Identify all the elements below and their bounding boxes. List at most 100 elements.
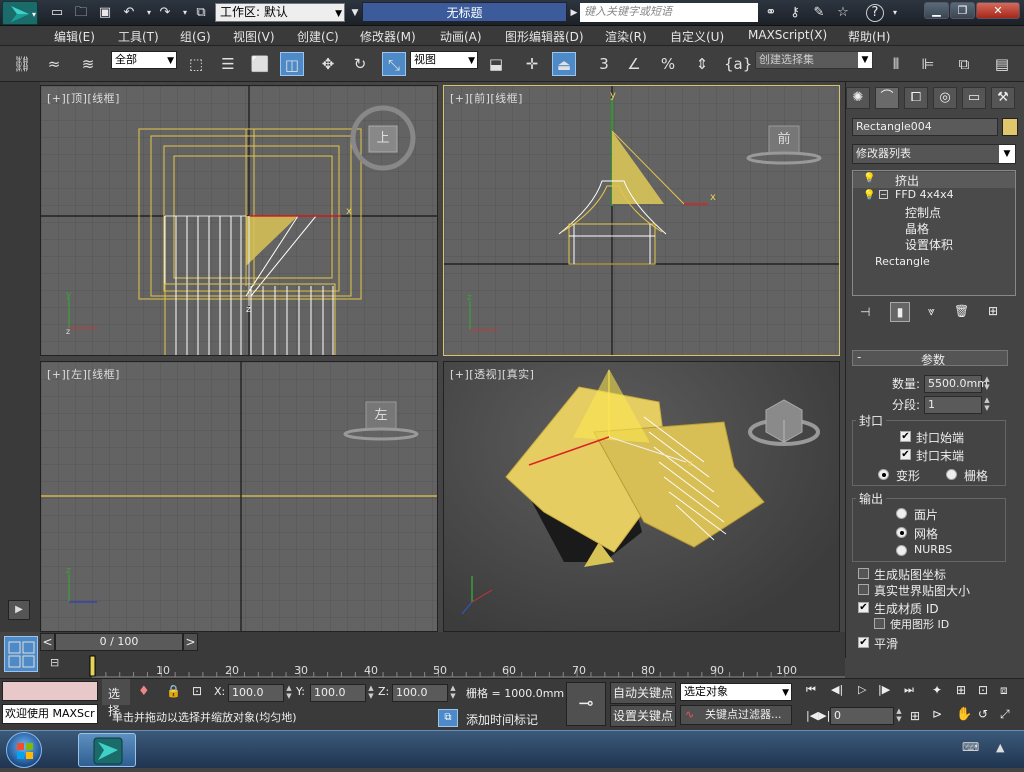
adaptive-degradation-icon[interactable]: ⧉	[438, 709, 458, 727]
rectangle-selection-icon[interactable]: ⬜	[248, 52, 272, 76]
menu-modifiers[interactable]: 修改器(M)	[360, 28, 416, 45]
segments-input[interactable]: 1	[924, 396, 982, 414]
y-coordinate-input[interactable]: 100.0	[310, 684, 366, 702]
menu-animation[interactable]: 动画(A)	[440, 28, 482, 45]
real-world-map-checkbox[interactable]	[858, 584, 869, 595]
maximize-button[interactable]: ❐	[950, 2, 975, 19]
patch-radio[interactable]	[896, 508, 907, 519]
remove-modifier-icon[interactable]: 🗑	[954, 304, 969, 318]
segments-spinner[interactable]: ▲ ▼	[982, 396, 992, 414]
viewport-perspective[interactable]: z [+][透视][真实]	[443, 361, 840, 632]
isolate-icon[interactable]: ♦	[138, 684, 150, 699]
viewport-front[interactable]: y x z [+][前][线框] 前	[443, 85, 840, 356]
expand-panel-icon[interactable]: ▶	[8, 600, 30, 620]
select-by-name-icon[interactable]: ☰	[216, 52, 240, 76]
make-unique-icon[interactable]: ⩔	[928, 304, 935, 319]
redo-icon[interactable]: ↷	[156, 4, 174, 22]
keyboard-shortcut-override-icon[interactable]: ⏏	[552, 52, 576, 76]
bind-spacewarp-icon[interactable]: ≋	[76, 52, 100, 76]
current-frame-spinner[interactable]: ▲ ▼	[894, 707, 904, 725]
help-dropdown-icon[interactable]: ▾	[886, 4, 904, 22]
curve-editor-icon[interactable]: ⊟	[50, 656, 59, 669]
keyboard-icon[interactable]: ⌨	[962, 740, 979, 754]
mirror-icon[interactable]: ⫴	[884, 52, 908, 76]
field-of-view-icon[interactable]: ⊳	[932, 707, 942, 721]
motion-tab-icon[interactable]: ◎	[933, 87, 957, 109]
pin-stack-icon[interactable]: ⊣	[860, 305, 870, 319]
previous-frame-icon[interactable]: ◀|	[831, 683, 843, 696]
add-time-tag-label[interactable]: 添加时间标记	[466, 711, 538, 728]
create-tab-icon[interactable]: ✺	[846, 87, 870, 109]
named-selection-sets-dropdown[interactable]: 创建选择集 ▼	[755, 51, 873, 69]
gen-material-id-checkbox[interactable]: ✔	[858, 602, 869, 613]
stack-item-extrude[interactable]: 挤出	[895, 172, 919, 189]
binoculars-icon[interactable]: ⚭	[762, 4, 780, 22]
menu-tools[interactable]: 工具(T)	[118, 28, 159, 45]
frame-display[interactable]: 0 / 100	[55, 633, 183, 651]
start-button[interactable]	[6, 732, 42, 768]
percent-snap-icon[interactable]: %	[656, 52, 680, 76]
menu-maxscript[interactable]: MAXScript(X)	[748, 28, 827, 42]
object-name-field[interactable]: Rectangle004	[852, 118, 998, 136]
viewport-top-label[interactable]: [+][顶][线框]	[47, 90, 120, 106]
menu-edit[interactable]: 编辑(E)	[54, 28, 95, 45]
current-frame-input[interactable]: 0	[830, 707, 894, 725]
stack-item-lattice[interactable]: 晶格	[905, 220, 929, 237]
amount-spinner[interactable]: ▲ ▼	[982, 375, 992, 393]
taskbar-3dsmax-button[interactable]	[78, 733, 136, 767]
orbit-icon[interactable]: ↺	[978, 707, 988, 721]
display-tab-icon[interactable]: ▭	[962, 87, 986, 109]
open-folder-icon[interactable]: 🗀	[72, 4, 90, 22]
viewport-layout-button[interactable]	[4, 636, 38, 672]
new-file-icon[interactable]: ▭	[48, 4, 66, 22]
menu-views[interactable]: 视图(V)	[233, 28, 275, 45]
prev-frame-icon[interactable]: <	[40, 633, 55, 651]
play-icon[interactable]: ▷	[858, 683, 866, 696]
menu-help[interactable]: 帮助(H)	[848, 28, 890, 45]
go-to-end-icon[interactable]: ⏭	[904, 683, 914, 697]
viewcube-left-face[interactable]: 左	[366, 402, 396, 430]
bulb-icon[interactable]: 💡	[863, 190, 875, 201]
next-frame-icon[interactable]: |▶	[878, 683, 890, 696]
viewcube-top-face[interactable]: 上	[369, 126, 397, 152]
key-icon[interactable]: ⚷	[786, 4, 804, 22]
save-icon[interactable]: ▣	[96, 4, 114, 22]
utilities-tab-icon[interactable]: ⚒	[991, 87, 1015, 109]
menu-graph-editors[interactable]: 图形编辑器(D)	[505, 28, 584, 45]
search-input[interactable]: 键入关键字或短语	[580, 3, 758, 22]
gen-map-coords-checkbox[interactable]	[858, 568, 869, 579]
key-filters-button[interactable]: ∿ 关键点过滤器...	[680, 705, 792, 725]
stack-item-ffd[interactable]: FFD 4x4x4	[895, 188, 954, 201]
nurbs-radio[interactable]	[896, 545, 907, 556]
z-spinner[interactable]: ▲ ▼	[448, 684, 458, 702]
use-shape-id-checkbox[interactable]	[874, 618, 885, 629]
menu-create[interactable]: 创建(C)	[297, 28, 339, 45]
params-rollout-header[interactable]: - 参数	[852, 350, 1008, 367]
bulb-icon[interactable]: 💡	[863, 173, 875, 184]
menu-rendering[interactable]: 渲染(R)	[605, 28, 647, 45]
modifier-list-dropdown[interactable]: 修改器列表 ▼	[852, 144, 1016, 164]
viewport-front-label[interactable]: [+][前][线框]	[450, 90, 523, 106]
graphite-ribbon-icon[interactable]: ▤	[990, 52, 1014, 76]
morph-radio[interactable]	[878, 469, 889, 480]
key-mode-icon[interactable]: |◀▶|	[806, 709, 830, 722]
viewport-left[interactable]: z [+][左][线框] 左	[40, 361, 438, 632]
show-hidden-icons-icon[interactable]: ▲	[996, 741, 1004, 754]
stack-item-rectangle[interactable]: Rectangle	[875, 255, 930, 268]
hierarchy-tab-icon[interactable]: ⧠	[904, 87, 928, 109]
select-scale-icon[interactable]: ⤡	[382, 52, 406, 76]
unlink-icon[interactable]: ≈	[42, 52, 66, 76]
cap-end-checkbox[interactable]: ✔	[900, 449, 911, 460]
set-key-icon[interactable]: ⊸	[566, 682, 606, 726]
zoom-extents-all-icon[interactable]: ⧈	[1000, 683, 1008, 698]
zoom-all-icon[interactable]: ⊞	[956, 683, 966, 697]
select-manipulate-icon[interactable]: ✛	[520, 52, 544, 76]
pan-icon[interactable]: ✋	[956, 707, 972, 722]
go-to-start-icon[interactable]: ⏮	[806, 683, 816, 697]
x-spinner[interactable]: ▲ ▼	[284, 684, 294, 702]
link-icon[interactable]: ⛓	[10, 52, 34, 76]
next-frame-icon[interactable]: >	[183, 633, 198, 651]
viewport-top[interactable]: x z y z [+][顶][线框] 上	[40, 85, 438, 356]
lock-selection-icon[interactable]: 🔒	[166, 684, 181, 698]
stack-item-control-points[interactable]: 控制点	[905, 204, 941, 221]
